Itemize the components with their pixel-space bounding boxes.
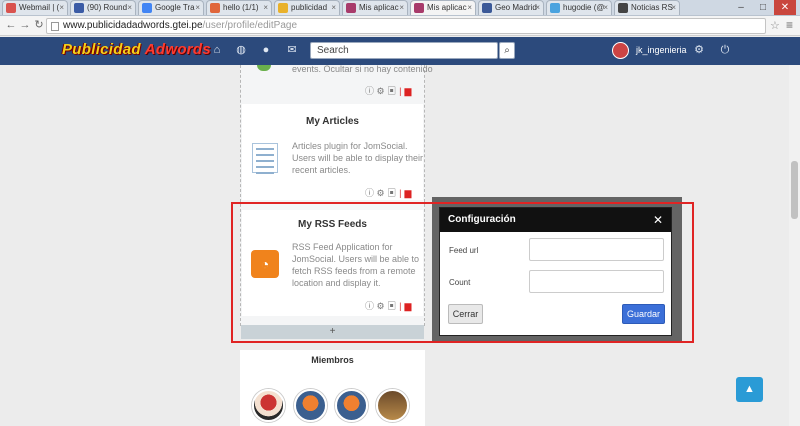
browser-tab[interactable]: hugodie (@ ×	[546, 0, 612, 15]
highlight-frame	[231, 202, 694, 343]
card-title: My Articles	[306, 116, 359, 127]
tab-favicon-icon	[6, 3, 16, 13]
tab-favicon-icon	[618, 3, 628, 13]
tab-label: Geo Madrid	[495, 3, 537, 12]
close-tab-icon[interactable]: ×	[59, 1, 64, 15]
tab-favicon-icon	[550, 3, 560, 13]
lock-icon[interactable]: ▣	[387, 86, 396, 96]
events-tools: ⓘ ⚙ ▣ | ▆	[365, 86, 412, 96]
info-icon[interactable]: ⓘ	[365, 188, 374, 198]
power-icon[interactable]: ⏻	[718, 43, 732, 57]
tab-favicon-icon	[414, 3, 424, 13]
browser-tab[interactable]: Google Tra ×	[138, 0, 204, 15]
mail-icon[interactable]: ✉	[285, 43, 299, 57]
site-logo[interactable]: Publicidad Adwords	[62, 41, 211, 58]
tab-label: Google Tra	[155, 3, 195, 12]
tab-label: (90) Round	[87, 3, 128, 12]
url-path: /user/profile/editPage	[202, 20, 298, 31]
tab-label: Mis aplicac	[427, 3, 467, 12]
close-tab-icon[interactable]: ×	[671, 1, 676, 15]
browser-tab[interactable]: Mis aplicac ×	[342, 0, 408, 15]
close-tab-icon[interactable]: ×	[263, 1, 268, 15]
close-tab-icon[interactable]: ×	[535, 1, 540, 15]
avatar[interactable]	[612, 42, 629, 59]
scrollbar-thumb[interactable]	[791, 161, 798, 219]
bookmark-star-icon[interactable]: ☆	[770, 19, 780, 32]
articles-tools: ⓘ ⚙ ▣ | ▆	[365, 188, 412, 198]
close-tab-icon[interactable]: ×	[195, 1, 200, 15]
tab-label: hugodie (@	[563, 3, 605, 12]
browser-tab[interactable]: Noticias RS ×	[614, 0, 680, 15]
gear-icon[interactable]: ⚙	[377, 86, 385, 96]
close-tab-icon[interactable]: ×	[603, 1, 608, 15]
browser-tab[interactable]: publicidad ×	[274, 0, 340, 15]
page-scrollbar[interactable]	[789, 65, 800, 426]
tab-favicon-icon	[278, 3, 288, 13]
tab-label: hello (1/1)	[223, 3, 259, 12]
gear-icon[interactable]: ⚙	[692, 43, 706, 57]
close-tab-icon[interactable]: ×	[399, 1, 404, 15]
tab-favicon-icon	[142, 3, 152, 13]
tab-favicon-icon	[346, 3, 356, 13]
avatar[interactable]	[252, 389, 285, 422]
trash-icon[interactable]: ▆	[404, 86, 411, 96]
close-tab-icon[interactable]: ×	[331, 1, 336, 15]
avatar[interactable]	[294, 389, 327, 422]
forward-icon[interactable]: →	[18, 18, 32, 33]
search-input[interactable]: Search	[310, 42, 498, 59]
events-description: events. Ocultar si no hay contenido	[292, 64, 433, 74]
browser-tab[interactable]: hello (1/1) ×	[206, 0, 272, 15]
address-bar: ← → ↻ www.publicidadadwords.gtei.pe/user…	[0, 16, 800, 36]
trash-icon[interactable]: ▆	[404, 188, 411, 198]
avatar[interactable]	[376, 389, 409, 422]
url-host: www.publicidadadwords.gtei.pe	[63, 20, 203, 31]
user-icon[interactable]: ●	[259, 43, 273, 57]
home-icon[interactable]: ⌂	[210, 43, 224, 57]
minimize-icon[interactable]: –	[730, 0, 752, 15]
tab-favicon-icon	[74, 3, 84, 13]
browser-tab-strip: Webmail | (× (90) Round × Google Tra × hello …	[0, 0, 800, 16]
tab-label: Noticias RS	[631, 3, 673, 12]
tab-favicon-icon	[482, 3, 492, 13]
close-window-icon[interactable]: ✕	[774, 0, 796, 15]
back-to-top-button[interactable]: ▲	[736, 377, 763, 402]
browser-tab[interactable]: Mis aplicac ×	[410, 0, 476, 15]
browser-tab[interactable]: (90) Round ×	[70, 0, 136, 15]
avatar[interactable]	[335, 389, 368, 422]
tab-label: publicidad	[291, 3, 328, 12]
info-icon[interactable]: ⓘ	[365, 86, 374, 96]
browser-menu-icon[interactable]: ≡	[786, 18, 793, 32]
articles-icon	[252, 143, 278, 174]
close-tab-icon[interactable]: ×	[127, 1, 132, 15]
window-controls: – □ ✕	[730, 0, 800, 16]
browser-tab[interactable]: Geo Madrid ×	[478, 0, 544, 15]
username[interactable]: jk_ingenieria	[636, 45, 687, 55]
back-icon[interactable]: ←	[4, 18, 18, 33]
site-header: Publicidad Adwords ⌂ ◍ ● ✉ Search ⌕ jk_i…	[0, 37, 800, 65]
url-input[interactable]: www.publicidadadwords.gtei.pe/user/profi…	[46, 18, 766, 34]
maximize-icon[interactable]: □	[752, 0, 774, 15]
page-icon	[51, 22, 59, 31]
close-tab-icon[interactable]: ×	[467, 1, 472, 15]
tab-label: Webmail | (	[19, 3, 60, 12]
globe-icon[interactable]: ◍	[234, 43, 248, 57]
browser-tab[interactable]: Webmail | (×	[2, 0, 68, 15]
members-title: Miembros	[311, 355, 354, 365]
tab-favicon-icon	[210, 3, 220, 13]
articles-description: Articles plugin for JomSocial. Users wil…	[292, 141, 424, 175]
tab-label: Mis aplicac	[359, 3, 399, 12]
lock-icon[interactable]: ▣	[387, 188, 396, 198]
search-icon[interactable]: ⌕	[499, 42, 515, 59]
gear-icon[interactable]: ⚙	[377, 188, 385, 198]
reload-icon[interactable]: ↻	[32, 18, 46, 33]
